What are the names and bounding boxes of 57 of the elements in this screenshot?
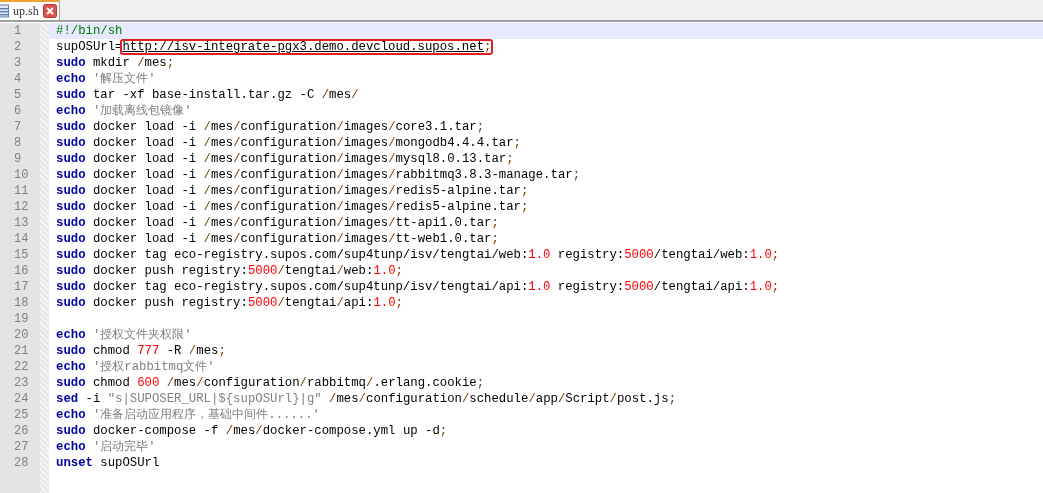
file-icon <box>0 4 9 18</box>
line-number: 19 <box>13 311 30 327</box>
code-line: sudo mkdir /mes; <box>55 55 176 71</box>
line-number: 3 <box>13 55 23 71</box>
line-number: 6 <box>13 103 23 119</box>
code-line: sudo docker load -i /mes/configuration/images/rabbitmq3.8.3-manage.tar; <box>55 167 582 183</box>
code-line: sed -i "s|SUPOSER_URL|${supOSUrl}|g" /mes/configuration/schedule/app/Script/post.js; <box>55 391 677 407</box>
line-number: 20 <box>13 327 30 343</box>
close-icon[interactable] <box>42 4 57 18</box>
line-number: 2 <box>13 39 23 55</box>
code-line: sudo docker tag eco-registry.supos.com/sup4tunp/isv/tengtai/api:1.0 registry:5000/tengtai/api:1.0; <box>55 279 781 295</box>
line-number: 5 <box>13 87 23 103</box>
code-line: unset supOSUrl <box>55 455 161 471</box>
code-line: sudo chmod 600 /mes/configuration/rabbitmq/.erlang.cookie; <box>55 375 486 391</box>
line-number: 12 <box>13 199 30 215</box>
code-line: sudo docker load -i /mes/configuration/images/mongodb4.4.4.tar; <box>55 135 522 151</box>
code-line: sudo chmod 777 -R /mes; <box>55 343 227 359</box>
line-number: 25 <box>13 407 30 423</box>
line-number: 24 <box>13 391 30 407</box>
code-line: sudo tar -xf base-install.tar.gz -C /mes/ <box>55 87 360 103</box>
line-number: 4 <box>13 71 23 87</box>
line-number: 8 <box>13 135 23 151</box>
line-number: 1 <box>13 23 23 39</box>
line-number: 28 <box>13 455 30 471</box>
code-line: sudo docker push registry:5000/tengtai/web:1.0; <box>55 263 404 279</box>
line-number: 22 <box>13 359 30 375</box>
line-number: 10 <box>13 167 30 183</box>
line-number: 23 <box>13 375 30 391</box>
line-number: 21 <box>13 343 30 359</box>
code-line: sudo docker push registry:5000/tengtai/api:1.0; <box>55 295 404 311</box>
code-line: sudo docker-compose -f /mes/docker-compose.yml up -d; <box>55 423 449 439</box>
line-number: 27 <box>13 439 30 455</box>
code-line: echo '启动完毕' <box>55 439 157 455</box>
code-line: sudo docker load -i /mes/configuration/images/redis5-alpine.tar; <box>55 199 530 215</box>
line-number: 9 <box>13 151 23 167</box>
line-number: 26 <box>13 423 30 439</box>
line-number: 7 <box>13 119 23 135</box>
code-line: echo '授权文件夹权限' <box>55 327 193 343</box>
code-line: sudo docker load -i /mes/configuration/images/redis5-alpine.tar; <box>55 183 530 199</box>
code-line: sudo docker load -i /mes/configuration/images/mysql8.0.13.tar; <box>55 151 515 167</box>
line-number: 17 <box>13 279 30 295</box>
line-number: 18 <box>13 295 30 311</box>
code-line: sudo docker tag eco-registry.supos.com/sup4tunp/isv/tengtai/web:1.0 registry:5000/tengtai/web:1.0; <box>55 247 781 263</box>
code-line: echo '解压文件' <box>55 71 157 87</box>
code-line: echo '准备启动应用程序，基础中间件......' <box>55 407 321 423</box>
line-number: 14 <box>13 231 30 247</box>
code-line: sudo docker load -i /mes/configuration/images/core3.1.tar; <box>55 119 486 135</box>
line-number: 11 <box>13 183 30 199</box>
line-number: 16 <box>13 263 30 279</box>
code-line: sudo docker load -i /mes/configuration/images/tt-web1.0.tar; <box>55 231 500 247</box>
line-number: 13 <box>13 215 30 231</box>
code-line: supOSUrl=http://isv-integrate-pgx3.demo.devcloud.supos.net; <box>55 39 493 55</box>
code-line: echo '加载离线包镜像' <box>55 103 193 119</box>
file-tab[interactable]: up.sh <box>0 0 60 20</box>
code-line: sudo docker load -i /mes/configuration/images/tt-api1.0.tar; <box>55 215 500 231</box>
line-number: 15 <box>13 247 30 263</box>
code-line: echo '授权rabbitmq文件' <box>55 359 216 375</box>
